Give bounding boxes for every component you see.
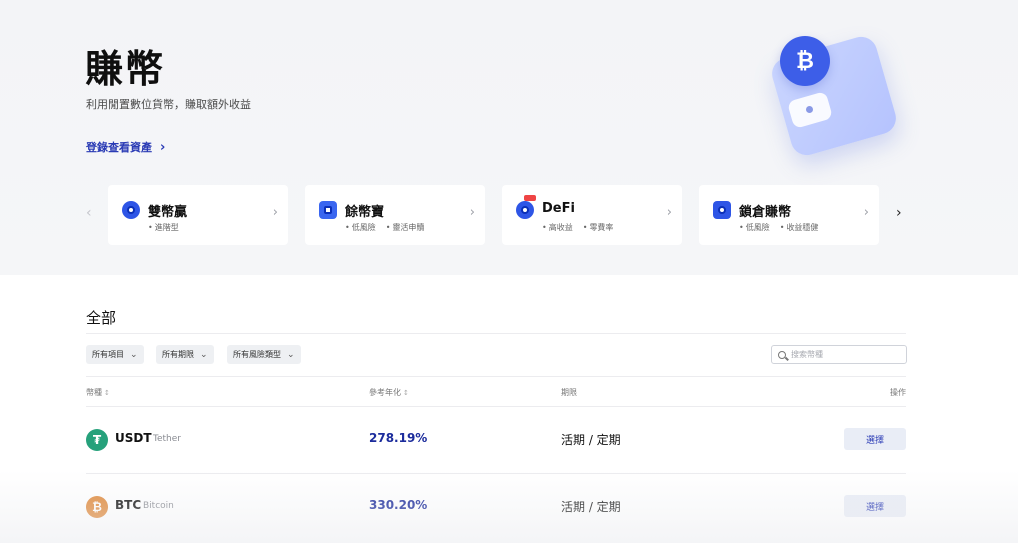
chevron-down-icon: ⌄ (287, 349, 295, 360)
chevron-right-icon: › (272, 205, 278, 220)
category-tag: 低風險 (345, 222, 376, 233)
category-tags: 低風險 靈活申贖 (345, 222, 425, 233)
category-tags: 進階型 (148, 222, 179, 233)
coin-name: Tether (153, 434, 181, 444)
hot-badge (524, 195, 536, 201)
category-title: 雙幣贏 (148, 205, 188, 220)
select-button[interactable]: 選擇 (844, 428, 906, 450)
savings-box-icon (319, 201, 337, 219)
chevron-right-icon: › (160, 139, 166, 155)
login-link-label: 登錄查看資產 (86, 141, 152, 154)
page-subtitle: 利用閒置數位貨幣，賺取額外收益 (86, 98, 251, 111)
column-header-label: 期限 (561, 388, 577, 397)
defi-icon (516, 201, 534, 219)
chevron-right-icon: › (666, 205, 672, 220)
login-to-view-assets-link[interactable]: 登錄查看資產 › (86, 139, 165, 155)
category-card-savings[interactable]: 餘幣寶 低風險 靈活申贖 › (305, 185, 485, 245)
apy-value: 330.20% (369, 498, 428, 512)
column-header-label: 幣種 (86, 388, 102, 397)
column-header-coin[interactable]: 幣種 ↕ (86, 387, 110, 398)
category-tags: 高收益 零費率 (542, 222, 614, 233)
filter-label: 所有期限 (162, 350, 194, 359)
category-card-defi[interactable]: DeFi 高收益 零費率 › (502, 185, 682, 245)
category-card-dual-coin[interactable]: 雙幣贏 進階型 › (108, 185, 288, 245)
category-tag: 低風險 (739, 222, 770, 233)
category-card-lock-stake[interactable]: 鎖倉賺幣 低風險 收益穩健 › (699, 185, 879, 245)
category-tags: 低風險 收益穩健 (739, 222, 819, 233)
lock-stake-icon (713, 201, 731, 219)
column-header-apy[interactable]: 參考年化 ↕ (369, 387, 409, 398)
dual-coin-icon (122, 201, 140, 219)
filter-all-risk-types[interactable]: 所有風險類型 ⌄ (227, 345, 301, 364)
chevron-right-icon: › (469, 205, 475, 220)
apy-value: 278.19% (369, 431, 428, 445)
category-tag: 高收益 (542, 222, 573, 233)
column-header-label: 操作 (890, 388, 906, 397)
coin-name: Bitcoin (143, 501, 174, 511)
term-value: 活期 / 定期 (561, 500, 621, 514)
sort-icon: ↕ (403, 389, 409, 397)
filter-label: 所有風險類型 (233, 350, 281, 359)
chevron-down-icon: ⌄ (200, 349, 208, 360)
divider (86, 376, 906, 377)
page-title: 賺幣 (85, 47, 166, 91)
coin-symbol: BTC (115, 498, 142, 512)
category-title: 餘幣寶 (345, 205, 385, 220)
section-title: 全部 (86, 309, 117, 327)
bitcoin-coin-icon: ₿ (780, 36, 830, 86)
category-tag: 零費率 (583, 222, 613, 233)
coin-symbol: USDT (115, 431, 152, 445)
column-header-action: 操作 (890, 387, 906, 398)
column-header-label: 參考年化 (369, 388, 401, 397)
category-tag: 進階型 (148, 222, 179, 233)
term-value: 活期 / 定期 (561, 433, 621, 447)
wallet-illustration: ₿ (768, 28, 920, 168)
sort-icon: ↕ (104, 389, 110, 397)
search-icon (778, 350, 786, 359)
category-title: DeFi (542, 201, 575, 216)
wallet-clasp (806, 106, 813, 113)
chevron-right-icon: › (863, 205, 869, 220)
divider (86, 333, 906, 334)
filter-label: 所有項目 (92, 350, 124, 359)
category-tag: 收益穩健 (780, 222, 818, 233)
category-title: 鎖倉賺幣 (739, 205, 792, 220)
search-input[interactable] (790, 350, 900, 359)
chevron-right-icon[interactable]: › (896, 205, 902, 221)
table-row: ₮ USDT Tether 278.19% 活期 / 定期 選擇 (86, 406, 906, 473)
filter-all-terms[interactable]: 所有期限 ⌄ (156, 345, 214, 364)
tether-icon: ₮ (86, 429, 108, 451)
chevron-down-icon: ⌄ (130, 349, 138, 360)
bitcoin-icon: ₿ (86, 496, 108, 518)
search-box[interactable] (771, 345, 907, 364)
select-button[interactable]: 選擇 (844, 495, 906, 517)
category-tag: 靈活申贖 (386, 222, 424, 233)
filter-all-projects[interactable]: 所有項目 ⌄ (86, 345, 144, 364)
chevron-left-icon[interactable]: ‹ (86, 205, 92, 221)
category-carousel: ‹ 雙幣贏 進階型 › 餘幣寶 低風險 靈活申贖 › DeFi 高收益 零費率 (86, 185, 916, 245)
hero-banner: 賺幣 利用閒置數位貨幣，賺取額外收益 登錄查看資產 › ₿ ‹ 雙幣贏 進階型 … (0, 0, 1018, 275)
table-row: ₿ BTC Bitcoin 330.20% 活期 / 定期 選擇 (86, 473, 906, 540)
column-header-term: 期限 (561, 387, 577, 398)
